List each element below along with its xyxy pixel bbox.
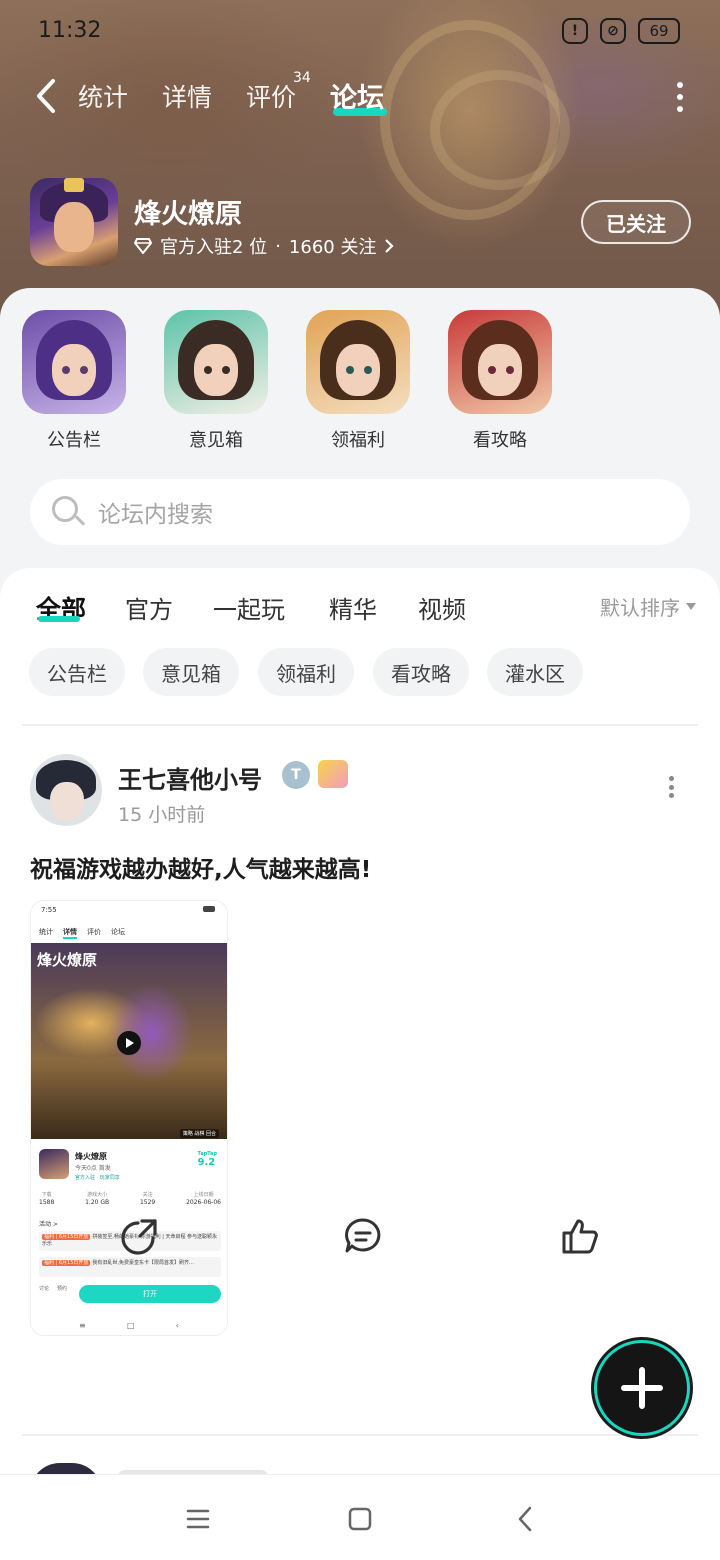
- sort-label: 默认排序: [600, 596, 680, 620]
- game-avatar[interactable]: [30, 178, 118, 266]
- caret-down-icon: [686, 603, 696, 610]
- menu-button[interactable]: [178, 1499, 218, 1539]
- shot-bottom-actions: 讨论 预约: [39, 1286, 68, 1292]
- post-text[interactable]: 祝福游戏越办越好,人气越来越高!: [30, 850, 371, 884]
- quick-link-label: 意见箱: [189, 430, 243, 451]
- quick-link-rewards[interactable]: 领福利: [306, 310, 410, 452]
- home-button[interactable]: [340, 1499, 380, 1539]
- achievement-badge-icon: [318, 760, 348, 788]
- shot-subtitle: 今天0点 首发: [75, 1165, 111, 1172]
- post-image[interactable]: 7:55 统计 详情 评价 论坛 烽火燎原 策略 战棋 回合 烽火燎原 今天0点…: [30, 900, 228, 1336]
- chip-announcements[interactable]: 公告栏: [29, 648, 125, 696]
- like-icon: [562, 1219, 598, 1254]
- plus-icon: [621, 1367, 663, 1409]
- system-navigation-bar: [0, 1474, 720, 1560]
- tab-reviews[interactable]: 评价: [246, 78, 296, 114]
- tab-forum[interactable]: 论坛: [330, 76, 384, 115]
- battery-indicator: 69: [638, 18, 680, 44]
- filter-tab-featured[interactable]: 精华: [329, 590, 377, 625]
- top-navigation: 统计 详情 评价 34 论坛: [0, 68, 720, 128]
- author-name[interactable]: 王七喜他小号: [118, 760, 262, 795]
- menu-icon: [186, 1509, 210, 1529]
- filter-tab-video[interactable]: 视频: [418, 590, 466, 625]
- shot-score: TapTap 9.2: [197, 1151, 217, 1168]
- author-avatar[interactable]: [30, 754, 102, 826]
- filter-tab-play-together[interactable]: 一起玩: [213, 590, 285, 625]
- divider: [22, 1434, 698, 1436]
- chip-guides[interactable]: 看攻略: [373, 648, 469, 696]
- status-icons: ! ⊘ 69: [562, 18, 680, 44]
- back-nav-button[interactable]: [505, 1499, 545, 1539]
- filter-tab-official[interactable]: 官方: [125, 590, 173, 625]
- shot-tags: 策略 战棋 回合: [179, 1129, 219, 1138]
- status-time: 11:32: [38, 18, 102, 43]
- official-rank: 官方入驻2 位: [160, 237, 268, 258]
- quick-link-label: 领福利: [331, 430, 385, 451]
- search-placeholder: 论坛内搜索: [98, 502, 213, 528]
- back-nav-icon: [518, 1506, 532, 1532]
- shot-stats: 下载 1588 游戏大小 1.20 GB 关注 1529 上线日期 2026-06-06: [39, 1192, 221, 1206]
- game-meta[interactable]: 官方入驻2 位 · 1660 关注: [134, 233, 395, 259]
- back-icon: [37, 79, 55, 113]
- forum-search-bar[interactable]: 论坛内搜索: [30, 479, 690, 545]
- announcements-character-image: [22, 310, 126, 414]
- shot-activity-header: 活动 >: [39, 1221, 58, 1228]
- chevron-right-icon: [385, 239, 395, 253]
- follow-button[interactable]: 已关注: [581, 200, 691, 244]
- tab-details[interactable]: 详情: [162, 78, 212, 114]
- status-bar: 11:32 ! ⊘ 69: [0, 0, 720, 64]
- feedback-character-image: [164, 310, 268, 414]
- comment-icon: [345, 1218, 381, 1253]
- quick-link-guides[interactable]: 看攻略: [448, 310, 552, 452]
- follower-count: 1660 关注: [288, 237, 377, 258]
- chip-chat[interactable]: 灌水区: [487, 648, 583, 696]
- home-icon: [348, 1507, 372, 1531]
- share-button[interactable]: [120, 1216, 160, 1256]
- post-more-icon[interactable]: [664, 776, 678, 798]
- sort-dropdown[interactable]: 默认排序: [600, 592, 696, 621]
- shot-subtitle2: 官方入驻 · 玩家同享: [75, 1175, 120, 1181]
- create-post-button[interactable]: [594, 1340, 690, 1436]
- meta-separator: ·: [275, 235, 281, 257]
- quick-link-label: 公告栏: [47, 430, 101, 451]
- divider: [22, 724, 698, 726]
- shot-activity: 福利 | 6月15日开放 我有旧乱世,免费豪皇东卡【限局首发】刷齐...: [39, 1257, 221, 1277]
- tab-stats[interactable]: 统计: [78, 78, 128, 114]
- filter-tab-underline: [38, 616, 80, 622]
- shot-brand: 烽火燎原: [37, 951, 98, 969]
- shot-game-icon: [39, 1149, 69, 1179]
- comment-button[interactable]: [343, 1216, 383, 1256]
- share-icon: [121, 1219, 157, 1255]
- diamond-icon: [134, 238, 152, 254]
- guides-character-image: [448, 310, 552, 414]
- tab-reviews-count: 34: [293, 70, 311, 86]
- back-button[interactable]: [26, 74, 66, 118]
- shot-system-nav: ≡ □ ‹: [79, 1321, 179, 1330]
- search-icon: [50, 494, 86, 530]
- nfc-icon: ⊘: [600, 18, 626, 44]
- quick-link-feedback[interactable]: 意见箱: [164, 310, 268, 452]
- rewards-character-image: [306, 310, 410, 414]
- play-icon: [117, 1031, 141, 1055]
- shot-title: 烽火燎原: [75, 1152, 107, 1161]
- quick-link-label: 看攻略: [473, 430, 527, 451]
- forum-header: 11:32 ! ⊘ 69 统计 详情 评价 34 论坛 烽火燎原 官方入驻2 位…: [0, 0, 720, 330]
- more-vertical-icon[interactable]: [674, 82, 686, 112]
- shot-status-time: 7:55: [41, 906, 57, 914]
- chip-feedback[interactable]: 意见箱: [143, 648, 239, 696]
- game-title: 烽火燎原: [134, 199, 242, 230]
- alert-icon: !: [562, 18, 588, 44]
- shot-battery: [203, 906, 215, 912]
- user-level-badge: T: [282, 761, 310, 789]
- like-button[interactable]: [560, 1216, 600, 1256]
- shot-open-button: 打开: [79, 1285, 221, 1303]
- shot-nav: 统计 详情 评价 论坛: [39, 927, 221, 939]
- chip-rewards[interactable]: 领福利: [258, 648, 354, 696]
- quick-link-announcements[interactable]: 公告栏: [22, 310, 126, 452]
- post-time: 15 小时前: [118, 804, 206, 826]
